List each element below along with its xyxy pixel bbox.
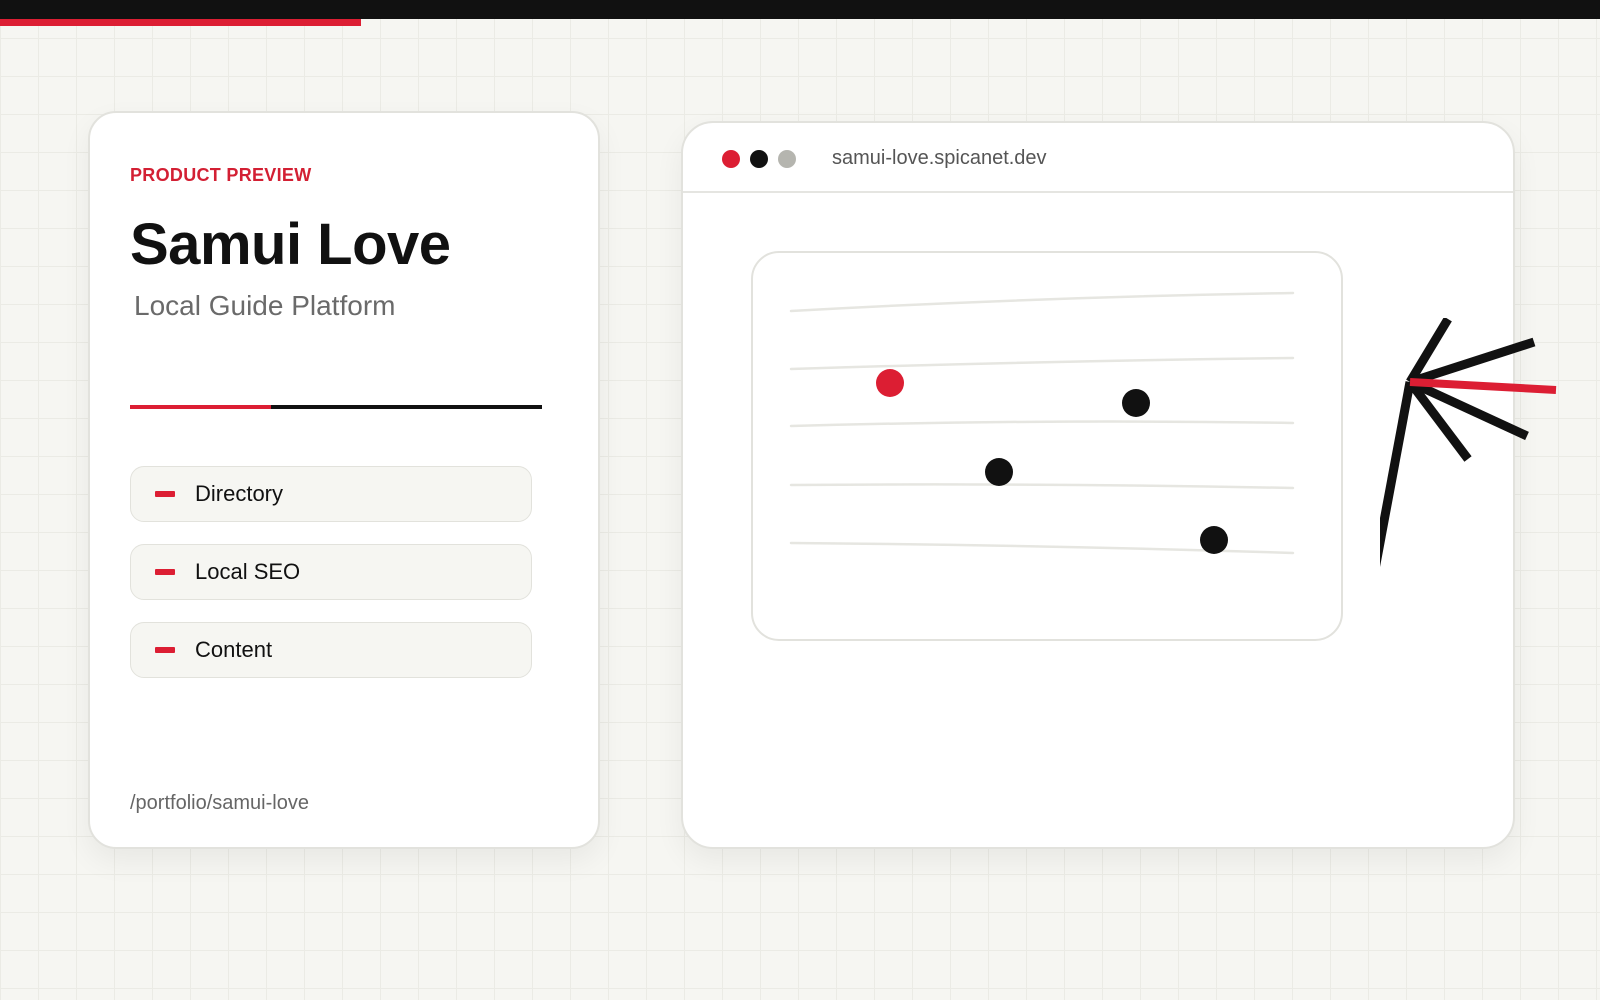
window-maximize-dot-icon[interactable] xyxy=(778,150,796,168)
window-close-dot-icon[interactable] xyxy=(722,150,740,168)
contour-line xyxy=(789,291,1295,313)
address-bar-url[interactable]: samui-love.spicanet.dev xyxy=(832,147,1047,170)
contour-line xyxy=(789,420,1295,428)
feature-label: Local SEO xyxy=(195,559,301,584)
feature-label: Directory xyxy=(195,481,284,506)
feature-label: Content xyxy=(195,637,273,662)
location-pin-icon xyxy=(1200,526,1228,554)
feature-list: Directory Local SEO Content xyxy=(130,466,532,700)
contour-line xyxy=(789,356,1295,371)
accent-divider xyxy=(130,405,542,409)
eyebrow-label: PRODUCT PREVIEW xyxy=(130,165,312,185)
contour-line xyxy=(789,483,1295,490)
feature-item-local-seo[interactable]: Local SEO xyxy=(130,544,532,600)
feature-item-content[interactable]: Content xyxy=(130,622,532,678)
browser-title-bar: samui-love.spicanet.dev xyxy=(683,123,1513,193)
location-pin-icon xyxy=(1122,389,1150,417)
top-bar xyxy=(0,0,1600,19)
dash-icon xyxy=(155,569,175,575)
portfolio-path: /portfolio/samui-love xyxy=(130,792,309,814)
product-title: Samui Love xyxy=(130,212,451,277)
dash-icon xyxy=(155,647,175,653)
product-subtitle: Local Guide Platform xyxy=(134,290,396,321)
preview-map-panel xyxy=(751,251,1343,641)
window-minimize-dot-icon[interactable] xyxy=(750,150,768,168)
highlight-pin-icon xyxy=(876,369,904,397)
product-info-card: PRODUCT PREVIEW Samui Love Local Guide P… xyxy=(88,111,600,849)
arrow-burst-doodle-icon xyxy=(1380,318,1557,568)
top-progress-bar xyxy=(0,19,361,26)
feature-item-directory[interactable]: Directory xyxy=(130,466,532,522)
dash-icon xyxy=(155,491,175,497)
location-pin-icon xyxy=(985,458,1013,486)
preview-illustration xyxy=(789,291,1295,555)
